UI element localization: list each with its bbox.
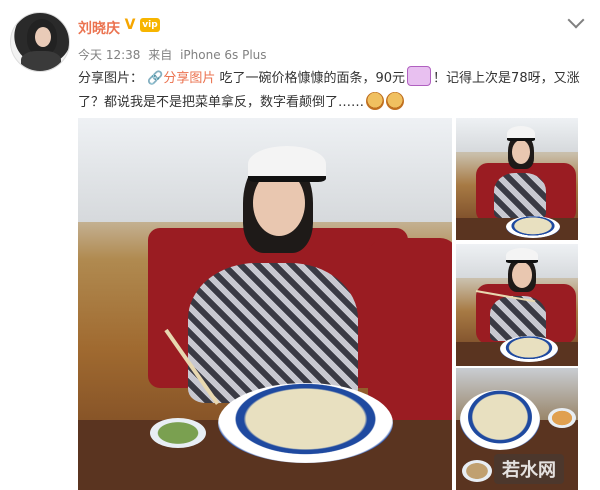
post-time: 今天 12:38 bbox=[78, 48, 141, 62]
post-meta: 今天 12:38 来自 iPhone 6s Plus bbox=[78, 46, 271, 63]
post-text: 分享图片： 🔗分享图片 吃了一碗价格慷慷的面条，90元 ！记得上次是78呀，又涨了… bbox=[78, 66, 588, 115]
thumb2-cap bbox=[506, 248, 538, 263]
photo-person-body bbox=[188, 263, 358, 403]
shocked-face-emoji-icon bbox=[407, 66, 432, 86]
share-link[interactable]: 🔗分享图片 bbox=[147, 71, 219, 86]
thumb2-person-face bbox=[512, 262, 532, 288]
photo-bowl bbox=[218, 383, 393, 463]
thumb2-person-body bbox=[490, 296, 546, 341]
thumb3-side-dish-2 bbox=[462, 460, 492, 482]
watermark: 若水网 bbox=[494, 454, 564, 484]
thumb1-bowl bbox=[506, 216, 560, 238]
thumbnail-photo-2[interactable] bbox=[456, 244, 578, 366]
verified-badge-icon: V bbox=[124, 17, 136, 33]
thumb3-side-dish bbox=[548, 408, 576, 428]
photo-side-dish bbox=[150, 418, 206, 448]
thumbnail-photo-1[interactable] bbox=[456, 118, 578, 240]
source-device[interactable]: iPhone 6s Plus bbox=[180, 48, 266, 62]
link-icon: 🔗 bbox=[147, 71, 164, 86]
share-link-label: 分享图片 bbox=[163, 71, 216, 86]
doge-emoji-icon bbox=[366, 92, 385, 110]
thumbnail-photo-3[interactable]: 若水网 bbox=[456, 368, 578, 490]
photo-cap bbox=[248, 146, 326, 182]
thumb1-person-face bbox=[512, 140, 530, 164]
chevron-down-icon[interactable] bbox=[567, 11, 585, 29]
source-prefix: 来自 bbox=[148, 48, 173, 62]
post-text-part2: 吃了一碗价格慷慷的面条，90元 bbox=[219, 71, 406, 86]
thumb3-bowl bbox=[460, 390, 540, 450]
doge-emoji-icon bbox=[386, 92, 405, 110]
post-text-part1: 分享图片： bbox=[78, 71, 144, 86]
author-name[interactable]: 刘晓庆 bbox=[78, 18, 120, 38]
avatar-face bbox=[35, 27, 51, 47]
avatar-body bbox=[21, 51, 61, 71]
main-photo[interactable] bbox=[78, 118, 452, 490]
thumb2-bowl bbox=[500, 336, 558, 362]
thumb1-cap bbox=[507, 126, 535, 141]
thumb1-person-body bbox=[494, 173, 546, 218]
avatar[interactable] bbox=[10, 12, 70, 72]
member-badge-icon: vip bbox=[140, 18, 160, 32]
